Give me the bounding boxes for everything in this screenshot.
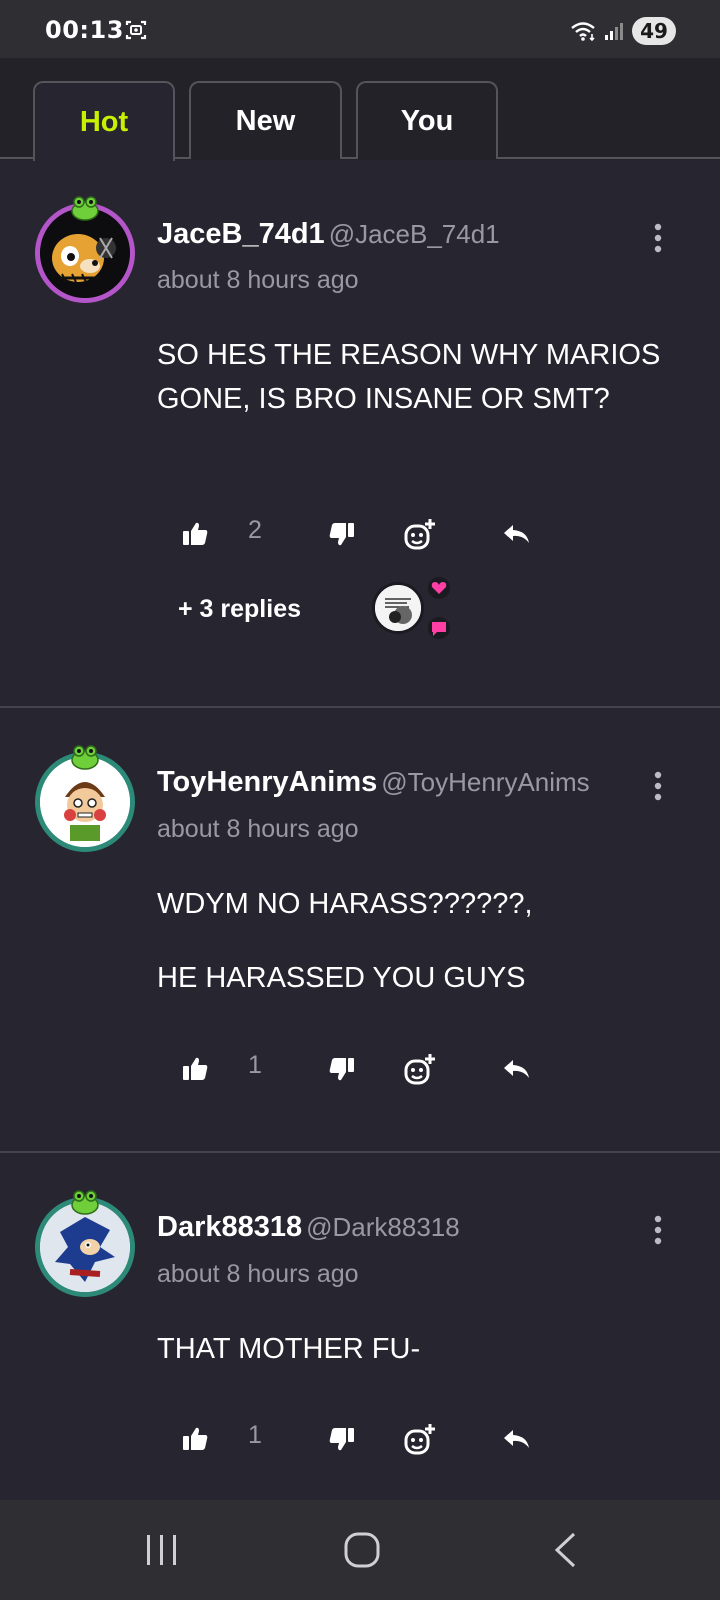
dislike-button[interactable] — [322, 1049, 362, 1089]
battery-level: 49 — [632, 17, 676, 45]
tab-new[interactable]: New — [189, 81, 342, 159]
thumbs-down-icon — [329, 1428, 354, 1451]
username-text[interactable]: Dark88318 — [157, 1211, 302, 1243]
avatar-image — [40, 208, 130, 298]
comment-body: WDYM NO HARASS??????, HE HARASSED YOU GU… — [157, 882, 677, 1000]
add-reaction-icon — [404, 1424, 435, 1455]
status-bar: 00:13 49 — [0, 0, 720, 58]
dislike-button[interactable] — [322, 514, 362, 554]
add-reaction-icon — [404, 519, 435, 550]
comment-username[interactable]: Dark88318 @Dark88318 — [157, 1211, 460, 1244]
recent-apps-icon[interactable] — [144, 1532, 180, 1568]
reply-icon — [504, 525, 529, 543]
avatar-image — [40, 757, 130, 847]
system-nav-bar — [0, 1500, 720, 1600]
comment-timestamp: about 8 hours ago — [157, 815, 359, 843]
comment-body: THAT MOTHER FU- — [157, 1327, 677, 1371]
user-handle: @ToyHenryAnims — [381, 767, 590, 797]
status-time: 00:13 — [45, 16, 124, 44]
thumbs-up-icon — [183, 1057, 208, 1080]
thumbs-up-icon — [183, 1427, 208, 1450]
frog-badge-icon — [71, 745, 99, 770]
comment-divider — [0, 1151, 720, 1153]
reply-button[interactable] — [496, 1049, 536, 1089]
reply-button[interactable] — [496, 1419, 536, 1459]
heart-icon — [428, 577, 450, 599]
like-button[interactable] — [175, 1049, 215, 1089]
signal-icon — [605, 23, 623, 40]
like-count: 1 — [248, 1051, 262, 1079]
frog-badge-icon — [71, 1190, 99, 1215]
thumbs-down-icon — [329, 523, 354, 546]
avatar[interactable] — [35, 1190, 135, 1297]
comment-username[interactable]: JaceB_74d1 @JaceB_74d1 — [157, 218, 500, 251]
comment-timestamp: about 8 hours ago — [157, 1260, 359, 1288]
user-handle: @Dark88318 — [306, 1212, 460, 1242]
reply-avatar-image — [375, 585, 421, 631]
back-icon[interactable] — [552, 1531, 578, 1569]
comment-divider — [0, 706, 720, 708]
like-count: 1 — [248, 1421, 262, 1449]
comment-username[interactable]: ToyHenryAnims @ToyHenryAnims — [157, 766, 590, 799]
like-button[interactable] — [175, 1419, 215, 1459]
comment-actions: 1 — [0, 1419, 720, 1459]
dislike-button[interactable] — [322, 1419, 362, 1459]
tab-hot[interactable]: Hot — [33, 81, 175, 161]
home-icon[interactable] — [343, 1531, 381, 1569]
reply-button[interactable] — [496, 514, 536, 554]
avatar-image — [40, 1202, 130, 1292]
more-options-icon[interactable] — [652, 222, 664, 254]
reply-avatar[interactable] — [372, 582, 424, 634]
comment-actions: 1 — [0, 1049, 720, 1089]
user-handle: @JaceB_74d1 — [328, 219, 500, 249]
chat-bubble-icon — [428, 617, 450, 639]
username-text[interactable]: ToyHenryAnims — [157, 766, 377, 798]
comment-body-line: WDYM NO HARASS??????, — [157, 888, 533, 920]
comment-timestamp: about 8 hours ago — [157, 266, 359, 294]
add-reaction-button[interactable] — [400, 1419, 440, 1459]
more-options-icon[interactable] — [652, 1214, 664, 1246]
more-options-icon[interactable] — [652, 770, 664, 802]
frog-badge-icon — [71, 196, 99, 221]
comment-body-line: THAT MOTHER FU- — [157, 1333, 421, 1365]
comment-body-line: HE HARASSED YOU GUYS — [157, 962, 526, 994]
reply-icon — [504, 1060, 529, 1078]
add-reaction-button[interactable] — [400, 514, 440, 554]
reply-icon — [504, 1430, 529, 1448]
wifi-icon — [571, 22, 595, 42]
tab-you[interactable]: You — [356, 81, 498, 159]
screen-recorder-icon — [125, 20, 147, 40]
avatar[interactable] — [35, 196, 135, 303]
comment-body: SO HES THE REASON WHY MARIOS GONE, IS BR… — [157, 333, 677, 421]
thumbs-up-icon — [183, 522, 208, 545]
add-reaction-button[interactable] — [400, 1049, 440, 1089]
thumbs-down-icon — [329, 1058, 354, 1081]
replies-row: + 3 replies — [0, 577, 720, 647]
view-replies-button[interactable]: + 3 replies — [178, 595, 301, 624]
avatar[interactable] — [35, 745, 135, 852]
username-text[interactable]: JaceB_74d1 — [157, 218, 325, 250]
comment-actions: 2 — [0, 514, 720, 554]
add-reaction-icon — [404, 1054, 435, 1085]
comment-body-line: SO HES THE REASON WHY MARIOS GONE, IS BR… — [157, 339, 661, 415]
like-count: 2 — [248, 516, 262, 544]
like-button[interactable] — [175, 514, 215, 554]
